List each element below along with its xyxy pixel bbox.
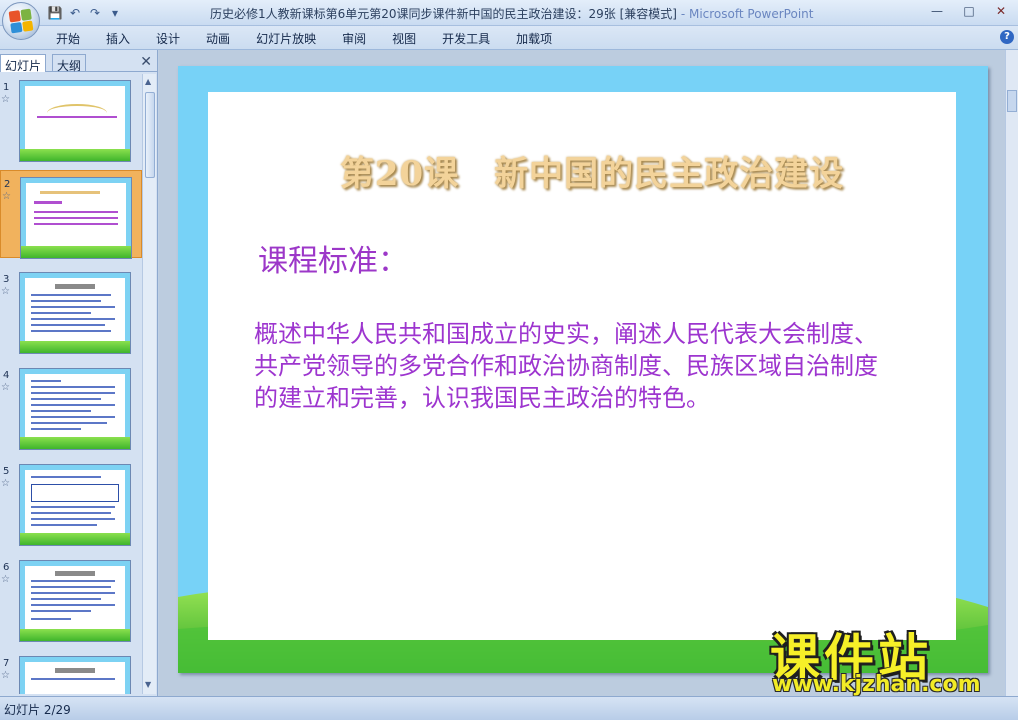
tab-home[interactable]: 开始 — [56, 30, 80, 47]
thumbnail-item[interactable]: 2 ☆ — [0, 170, 142, 259]
thumbnail-item[interactable]: 4 ☆ — [0, 362, 142, 450]
slide-counter: 幻灯片 2/29 — [4, 703, 71, 717]
slide-thumbnail[interactable] — [19, 464, 131, 546]
thumbnail-number: 7 — [3, 658, 10, 669]
thumbnail-scrollbar[interactable]: ▲ ▼ — [142, 74, 156, 694]
document-title: 历史必修1人教新课标第6单元第20课同步课件新中国的民主政治建设：29张 [兼容… — [210, 7, 677, 21]
slide-thumbnail[interactable] — [19, 80, 131, 162]
tab-outline[interactable]: 大纲 — [52, 54, 87, 73]
tab-slideshow[interactable]: 幻灯片放映 — [256, 30, 316, 47]
animation-star-icon: ☆ — [1, 670, 10, 681]
undo-icon[interactable]: ↶ — [66, 4, 84, 22]
customize-toolbar-icon[interactable]: ▾ — [106, 4, 124, 22]
animation-star-icon: ☆ — [1, 94, 10, 105]
thumbnail-list: 1 ☆ 2 ☆ 3 ☆ 4 ☆ 5 ☆ 6 ☆ 7 ☆ — [0, 74, 142, 694]
thumbnail-number: 1 — [3, 82, 10, 93]
scroll-down-icon[interactable]: ▼ — [145, 680, 151, 689]
editor-scrollbar-thumb[interactable] — [1007, 90, 1017, 112]
scrollbar-thumb[interactable] — [145, 92, 155, 178]
editor-scrollbar[interactable] — [1005, 50, 1018, 696]
tab-design[interactable]: 设计 — [156, 30, 180, 47]
tab-insert[interactable]: 插入 — [106, 30, 130, 47]
status-bar: 幻灯片 2/29 — [0, 696, 1018, 720]
office-logo-icon — [8, 8, 34, 34]
title-bar: 💾 ↶ ↷ ▾ 历史必修1人教新课标第6单元第20课同步课件新中国的民主政治建设… — [0, 0, 1018, 40]
thumbnail-number: 2 — [4, 179, 11, 190]
thumbnail-item[interactable]: 1 ☆ — [0, 74, 142, 162]
current-slide[interactable]: 第20课 新中国的民主政治建设 课程标准： 概述中华人民共和国成立的史实，阐述人… — [178, 66, 988, 673]
thumbnail-item[interactable]: 3 ☆ — [0, 266, 142, 354]
thumbnail-item[interactable]: 7 ☆ — [0, 650, 142, 694]
animation-star-icon: ☆ — [1, 286, 10, 297]
thumbnail-item[interactable]: 6 ☆ — [0, 554, 142, 642]
ribbon-tabs: 开始 插入 设计 动画 幻灯片放映 审阅 视图 开发工具 加载项 — [56, 30, 578, 47]
window-title: 历史必修1人教新课标第6单元第20课同步课件新中国的民主政治建设：29张 [兼容… — [210, 5, 813, 22]
slide-title[interactable]: 第20课 新中国的民主政治建设 — [282, 146, 902, 195]
slides-pane: 幻灯片 大纲 ✕ 1 ☆ 2 ☆ 3 ☆ 4 ☆ 5 ☆ 6 ☆ 7 ☆ ▲ ▼ — [0, 50, 158, 696]
minimize-button[interactable]: — — [924, 2, 950, 20]
slide-thumbnail[interactable] — [19, 368, 131, 450]
restore-button[interactable]: □ — [956, 2, 982, 20]
app-name: - Microsoft PowerPoint — [680, 7, 814, 21]
tab-review[interactable]: 审阅 — [342, 30, 366, 47]
slide-thumbnail[interactable] — [19, 272, 131, 354]
animation-star-icon: ☆ — [2, 191, 11, 202]
quick-access-toolbar: 💾 ↶ ↷ ▾ — [46, 4, 124, 22]
thumbnail-number: 4 — [3, 370, 10, 381]
tab-animations[interactable]: 动画 — [206, 30, 230, 47]
tab-developer[interactable]: 开发工具 — [442, 30, 490, 47]
tab-addins[interactable]: 加载项 — [516, 30, 552, 47]
close-button[interactable]: ✕ — [988, 2, 1014, 20]
tab-view[interactable]: 视图 — [392, 30, 416, 47]
help-icon[interactable]: ? — [1000, 30, 1014, 44]
watermark-url: www.kjzhan.com — [772, 672, 981, 697]
animation-star-icon: ☆ — [1, 478, 10, 489]
pane-tabs: 幻灯片 大纲 ✕ — [0, 52, 158, 73]
redo-icon[interactable]: ↷ — [86, 4, 104, 22]
ribbon: 开始 插入 设计 动画 幻灯片放映 审阅 视图 开发工具 加载项 ? — [0, 26, 1018, 50]
thumbnail-item[interactable]: 5 ☆ — [0, 458, 142, 546]
slide-body-text[interactable]: 概述中华人民共和国成立的史实，阐述人民代表大会制度、共产党领导的多党合作和政治协… — [254, 318, 894, 414]
slide-heading[interactable]: 课程标准： — [258, 236, 408, 280]
animation-star-icon: ☆ — [1, 382, 10, 393]
slide-thumbnail[interactable] — [19, 656, 131, 694]
office-button[interactable] — [2, 2, 40, 40]
animation-star-icon: ☆ — [1, 574, 10, 585]
watermark-logo: 课件站 www.kjzhan.com — [770, 618, 1000, 698]
thumbnail-number: 3 — [3, 274, 10, 285]
slide-thumbnail[interactable] — [19, 560, 131, 642]
thumbnail-number: 6 — [3, 562, 10, 573]
save-icon[interactable]: 💾 — [46, 4, 64, 22]
tab-slides[interactable]: 幻灯片 — [0, 54, 47, 73]
window-controls: — □ ✕ — [924, 2, 1014, 20]
thumbnail-number: 5 — [3, 466, 10, 477]
slide-thumbnail[interactable] — [20, 177, 132, 259]
close-pane-icon[interactable]: ✕ — [140, 54, 152, 70]
scroll-up-icon[interactable]: ▲ — [145, 77, 151, 86]
